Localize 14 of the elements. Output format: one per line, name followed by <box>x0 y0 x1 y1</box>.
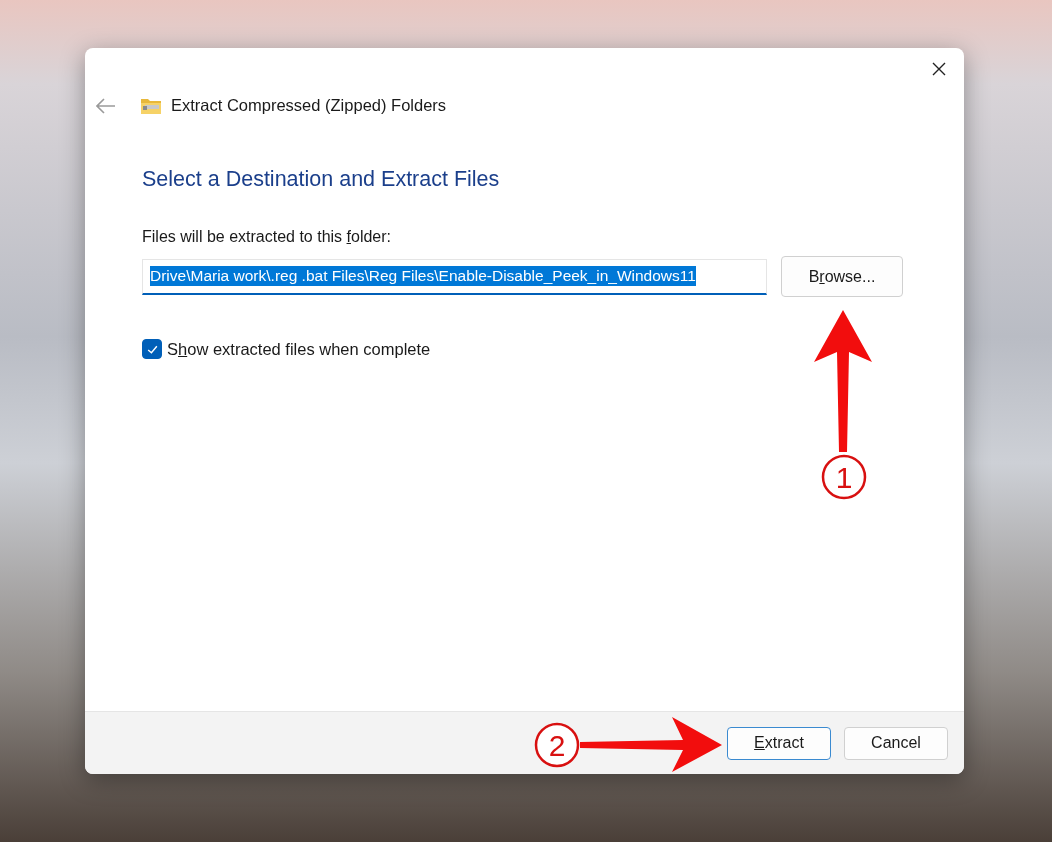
back-arrow-icon[interactable] <box>96 97 116 114</box>
destination-field[interactable]: Drive\Maria work\.reg .bat Files\Reg Files\Enable-Disable_Peek_in_Windows11 <box>142 258 767 295</box>
step-badge: 1 <box>821 454 867 500</box>
dialog-heading: Select a Destination and Extract Files <box>142 167 501 192</box>
zipped-folder-icon <box>140 96 162 115</box>
cancel-button[interactable]: Cancel <box>844 726 948 760</box>
close-icon[interactable] <box>932 62 946 76</box>
browse-button[interactable]: Browse... <box>781 256 903 297</box>
checkbox[interactable] <box>142 339 162 359</box>
extract-button[interactable]: Extract <box>727 726 831 760</box>
checkbox-label[interactable]: Show extracted files when complete <box>167 339 431 359</box>
step-badge: 2 <box>534 722 580 768</box>
destination-label: Files will be extracted to this folder: <box>142 228 392 246</box>
window-title: Extract Compressed (Zipped) Folders <box>171 96 447 115</box>
